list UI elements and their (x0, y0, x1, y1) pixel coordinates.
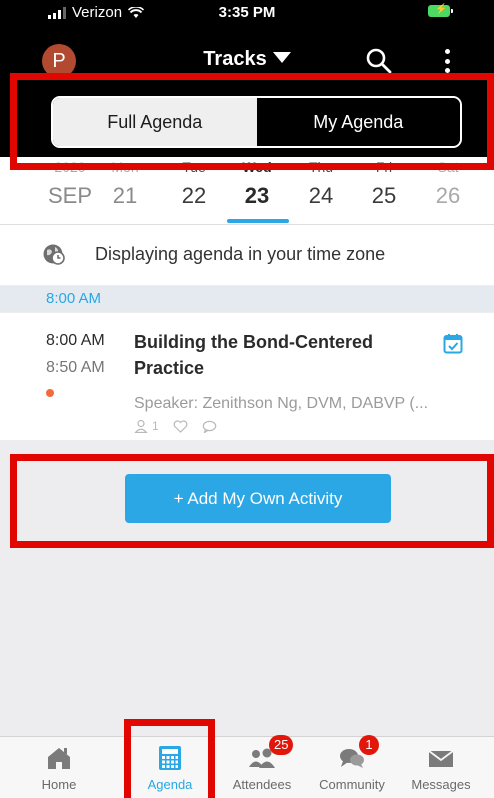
search-icon[interactable] (364, 46, 394, 76)
more-options-icon[interactable] (438, 46, 456, 76)
tab-bar: Home Agenda 25 Attendees 1 Community Mes… (0, 735, 494, 798)
timezone-text: Displaying agenda in your time zone (95, 244, 386, 264)
attendee-count: 1 (134, 419, 159, 433)
track-color-dot (46, 389, 54, 397)
time-section-label: 8:00 AM (46, 290, 102, 307)
date-wed-selected[interactable]: Wed 23 (227, 157, 287, 209)
session-card[interactable]: 8:00 AM 8:50 AM Building the Bond-Center… (0, 313, 494, 440)
add-own-activity-button[interactable]: + Add My Own Activity (125, 474, 391, 523)
tab-community[interactable]: 1 Community (307, 735, 397, 798)
tab-home[interactable]: Home (14, 737, 104, 798)
community-badge: 1 (359, 735, 379, 755)
heart-icon[interactable] (173, 419, 188, 433)
tracks-title: Tracks (203, 48, 267, 70)
calendar-check-icon[interactable] (443, 333, 463, 354)
battery-charging-icon: ⚡ (428, 4, 453, 17)
time-section-header: 8:00 AM (0, 286, 494, 312)
status-bar: Verizon 3:35 PM ⚡ (0, 0, 494, 28)
session-title: Building the Bond-Centered Practice (134, 332, 373, 378)
agenda-segmented-control: Full Agenda My Agenda (51, 96, 462, 148)
timezone-notice: Displaying agenda in your time zone (0, 225, 494, 285)
full-agenda-tab[interactable]: Full Agenda (53, 98, 257, 146)
nav-bar: P Tracks (0, 34, 494, 86)
tab-messages[interactable]: Messages (396, 737, 486, 798)
envelope-icon (428, 750, 454, 767)
session-meta: 1 (134, 419, 217, 433)
session-end-time: 8:50 AM (46, 359, 105, 376)
tab-agenda[interactable]: Agenda (125, 737, 215, 798)
calculator-icon (159, 746, 181, 770)
caret-down-icon (272, 52, 291, 63)
comment-icon[interactable] (202, 420, 217, 433)
tab-attendees[interactable]: 25 Attendees (217, 735, 307, 798)
status-time: 3:35 PM (218, 4, 276, 21)
date-fri[interactable]: Fri 25 (354, 157, 414, 209)
globe-clock-icon (43, 244, 65, 265)
home-icon (48, 748, 70, 769)
date-thu[interactable]: Thu 24 (291, 157, 351, 209)
tracks-dropdown[interactable]: Tracks (0, 48, 494, 71)
date-tue[interactable]: Tue 22 (164, 157, 224, 209)
top-bar: Verizon 3:35 PM ⚡ P Tracks Full Agenda M… (0, 0, 494, 157)
session-speaker: Speaker: Zenithson Ng, DVM, DABVP (... (134, 395, 429, 412)
attendees-badge: 25 (269, 735, 294, 755)
date-strip: 2020 SEP Mon 21 Tue 22 Wed 23 Thu 24 Fri… (0, 157, 494, 224)
date-sat[interactable]: Sat 26 (418, 157, 478, 209)
selected-date-indicator (227, 219, 289, 223)
my-agenda-tab[interactable]: My Agenda (256, 98, 460, 146)
month-year: 2020 SEP (47, 159, 93, 208)
person-icon (134, 419, 148, 433)
session-start-time: 8:00 AM (46, 332, 105, 349)
date-mon[interactable]: Mon 21 (95, 157, 155, 209)
